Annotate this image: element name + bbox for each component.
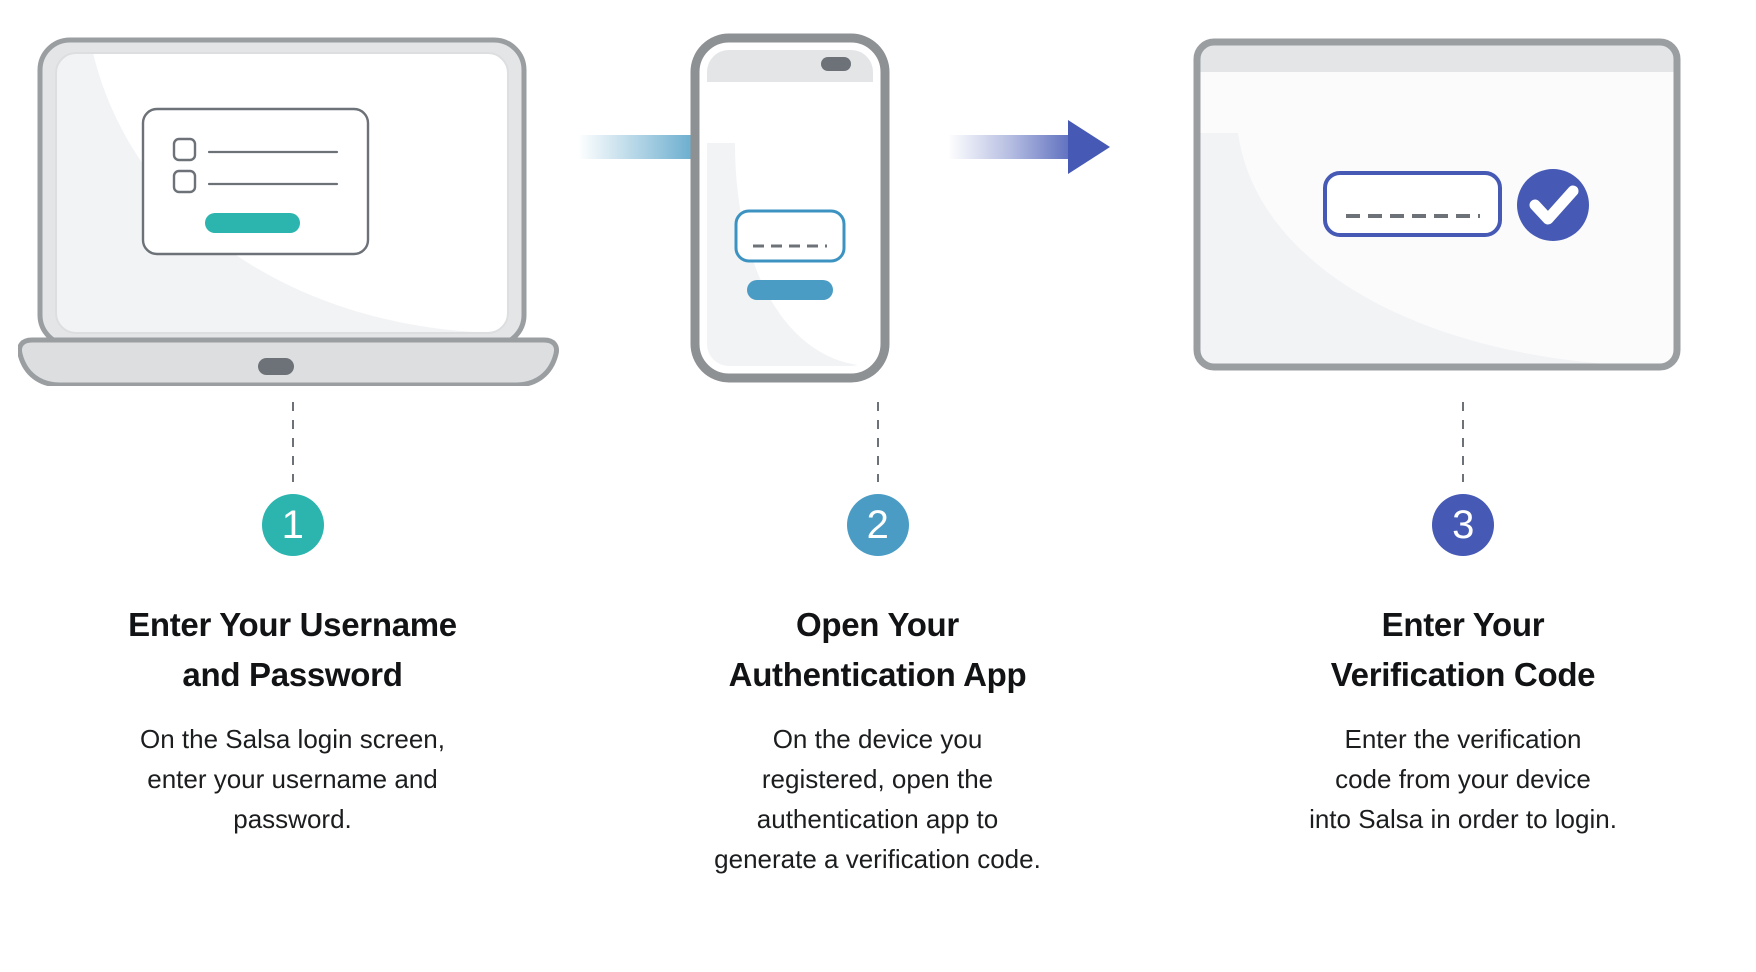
- login-submit-button[interactable]: [205, 213, 300, 233]
- step-2-stage: [585, 0, 1170, 400]
- tablet-header-bar: [1197, 42, 1677, 72]
- step-2-number: 2: [866, 503, 889, 547]
- step-2-body-line-1: On the device you: [772, 724, 983, 754]
- phone-illustration: [690, 33, 890, 383]
- steps-row: 1 Enter Your Username and Password On th…: [0, 0, 1756, 972]
- infographic-canvas: 1 Enter Your Username and Password On th…: [0, 0, 1756, 972]
- step-3-heading-line-1: Enter Your: [1381, 606, 1545, 643]
- step-3-body: Enter the verification code from your de…: [1309, 719, 1617, 839]
- step-1-body: On the Salsa login screen, enter your us…: [140, 719, 445, 839]
- step-1-heading: Enter Your Username and Password: [128, 600, 457, 699]
- step-1-body-line-3: password.: [233, 804, 352, 835]
- step-1-body-line-2: enter your username and: [147, 764, 438, 795]
- step-2-body-line-3: authentication app to: [756, 804, 999, 835]
- phone-camera-icon: [821, 57, 851, 71]
- step-3-heading-line-2: Verification Code: [1330, 655, 1596, 693]
- step-2-body-line-4: generate a verification code.: [714, 844, 1041, 875]
- step-3-body-line-3: into Salsa in order to login.: [1309, 804, 1617, 835]
- step-1-heading-line-2: and Password: [182, 655, 403, 693]
- step-2-heading-line-2: Authentication App: [728, 655, 1027, 693]
- tablet-illustration: [1193, 38, 1681, 371]
- step-3-connector: [1462, 402, 1464, 482]
- generate-code-button[interactable]: [747, 280, 833, 300]
- step-2-number-badge: 2: [846, 494, 909, 556]
- step-3-body-line-1: Enter the verification: [1344, 724, 1582, 754]
- step-2-heading-line-1: Open Your: [796, 606, 959, 643]
- step-2-heading: Open Your Authentication App: [729, 600, 1027, 699]
- step-2-body: On the device you registered, open the a…: [714, 719, 1041, 879]
- step-1-stage: [0, 0, 585, 400]
- step-3: 3 Enter Your Verification Code Enter the…: [1170, 0, 1756, 972]
- step-3-number-badge: 3: [1432, 494, 1494, 556]
- step-3-heading: Enter Your Verification Code: [1330, 600, 1596, 699]
- step-1-body-line-1: On the Salsa login screen,: [140, 724, 445, 754]
- step-2-body-line-2: registered, open the: [761, 764, 994, 795]
- verification-code-entry-field[interactable]: [1323, 171, 1502, 237]
- step-1-heading-line-1: Enter Your Username: [128, 606, 457, 643]
- step-3-stage: [1170, 0, 1756, 400]
- laptop-illustration: [18, 37, 559, 386]
- step-1-connector: [291, 402, 294, 482]
- check-circle-icon: [1517, 169, 1589, 241]
- step-3-number: 3: [1452, 503, 1474, 547]
- laptop-trackpad-notch: [258, 358, 294, 375]
- step-2: 2 Open Your Authentication App On the de…: [585, 0, 1170, 972]
- step-2-connector: [876, 402, 879, 482]
- step-3-body-line-2: code from your device: [1335, 764, 1591, 795]
- step-1: 1 Enter Your Username and Password On th…: [0, 0, 585, 972]
- step-1-number-badge: 1: [261, 494, 324, 556]
- step-1-number: 1: [281, 503, 304, 547]
- login-card: [141, 107, 370, 256]
- verification-code-field[interactable]: [734, 209, 846, 263]
